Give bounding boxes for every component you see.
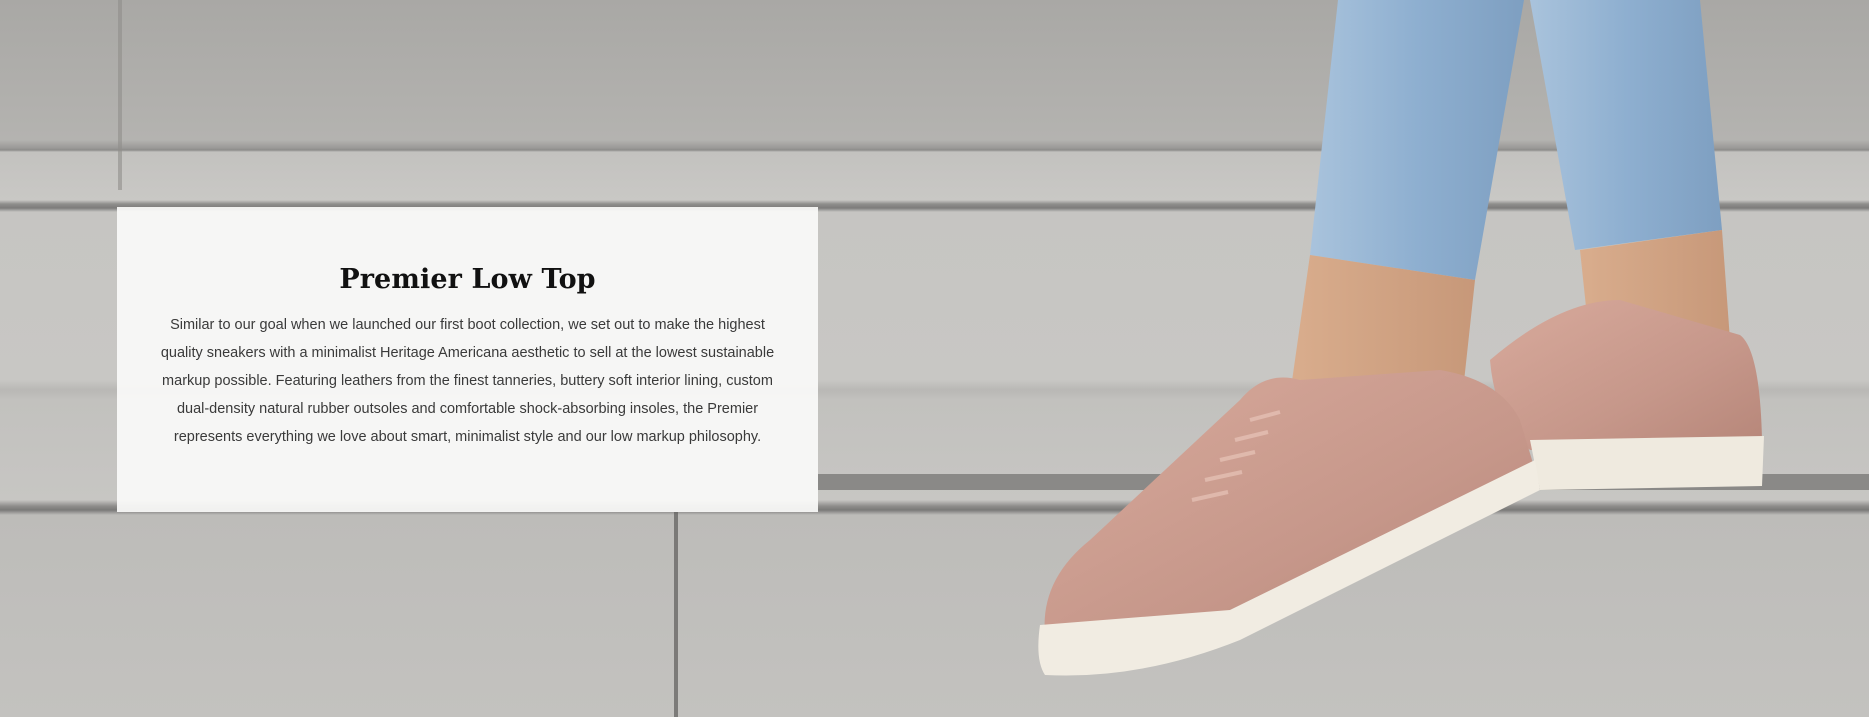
product-title: Premier Low Top xyxy=(339,264,596,295)
step-seam xyxy=(674,512,678,717)
hero-banner: Premier Low Top Similar to our goal when… xyxy=(0,0,1869,717)
front-leg xyxy=(1310,0,1524,280)
step-seam xyxy=(118,0,122,190)
product-description: Similar to our goal when we launched our… xyxy=(160,317,775,445)
back-leg xyxy=(1530,0,1722,250)
product-info-card: Premier Low Top Similar to our goal when… xyxy=(117,207,818,512)
back-sole xyxy=(1530,436,1764,490)
